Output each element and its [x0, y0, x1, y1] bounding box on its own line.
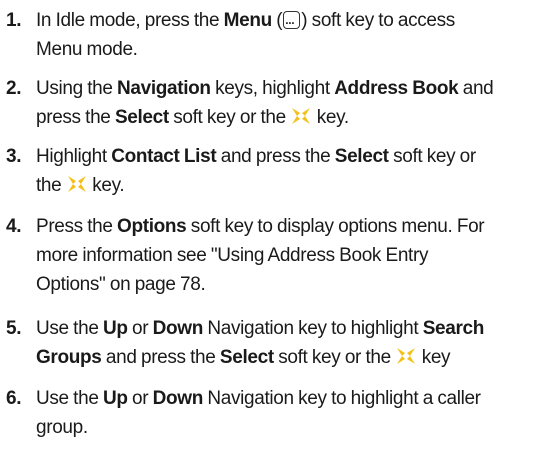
step-number: 3.	[6, 146, 22, 167]
text-run: or	[127, 388, 153, 409]
text-run: and press the	[216, 146, 335, 167]
step-text-line: Menu mode.	[36, 35, 535, 64]
step-text: Highlight Contact List and press the Sel…	[36, 142, 535, 200]
step-text-line: Highlight Contact List and press the Sel…	[36, 142, 535, 171]
text-run: soft key or the	[273, 347, 396, 368]
text-run: Navigation key to highlight a caller	[202, 388, 481, 409]
text-run: key.	[312, 107, 349, 128]
text-run: press the	[36, 107, 115, 128]
text-run: Use the	[36, 318, 103, 339]
bold-term: Down	[152, 318, 204, 339]
step-item: 2. Using the Navigation keys, highlight A…	[0, 74, 535, 132]
step-item: 5. Use the Up or Down Navigation key to h…	[0, 314, 535, 372]
step-item: 4. Press the Options soft key to display …	[0, 212, 535, 299]
step-text-line: Groups and press the Select soft key or …	[36, 343, 535, 372]
navigation-key-icon	[292, 108, 311, 124]
step-number: 2.	[6, 78, 22, 99]
step-text-line: Options" on page 78.	[36, 270, 535, 299]
bold-term: Select	[219, 347, 274, 368]
step-text-line: press the Select soft key or the key.	[36, 103, 535, 132]
text-run: and press the	[101, 347, 220, 368]
text-run: ) soft key to access	[301, 10, 455, 31]
step-item: 6. Use the Up or Down Navigation key to h…	[0, 384, 535, 442]
step-text: In Idle mode, press the Menu ( ) soft key…	[36, 6, 535, 64]
navigation-key-icon	[397, 348, 416, 364]
bold-term: Navigation	[117, 78, 211, 99]
text-run: key.	[87, 175, 125, 196]
bold-term: Down	[152, 388, 204, 409]
text-run: soft key or the	[168, 107, 291, 128]
text-run: (	[271, 10, 283, 31]
step-text: Use the Up or Down Navigation key to hig…	[36, 314, 535, 372]
text-run: group.	[36, 417, 88, 438]
step-text: Use the Up or Down Navigation key to hig…	[36, 384, 535, 442]
step-number: 5.	[6, 318, 22, 339]
step-number: 1.	[6, 10, 22, 31]
text-run: Using the	[36, 78, 118, 99]
step-text-line: Press the Options soft key to display op…	[36, 212, 535, 241]
bold-term: Up	[102, 318, 128, 339]
text-run: keys, highlight	[210, 78, 335, 99]
step-text: Press the Options soft key to display op…	[36, 212, 535, 299]
bold-term: Search	[422, 318, 485, 339]
step-number: 6.	[6, 388, 22, 409]
bold-term: Groups	[36, 347, 102, 368]
step-text-line: the key.	[36, 171, 535, 200]
text-run: Press the	[36, 216, 118, 237]
step-item: 3. Highlight Contact List and press the S…	[0, 142, 535, 200]
text-run: or	[127, 318, 153, 339]
step-text-line: Use the Up or Down Navigation key to hig…	[36, 314, 535, 343]
text-run: Options" on page 78.	[36, 274, 206, 295]
navigation-key-icon	[67, 176, 86, 192]
text-run: Use the	[36, 388, 103, 409]
step-text-line: Use the Up or Down Navigation key to hig…	[36, 384, 535, 413]
text-run: and	[458, 78, 494, 99]
text-run: Navigation key to highlight	[202, 318, 423, 339]
bold-term: Select	[114, 107, 169, 128]
bold-term: Options	[117, 216, 187, 237]
text-run: key	[417, 347, 451, 368]
text-run: more information see "Using Address Book…	[36, 245, 429, 266]
step-item: 1. In Idle mode, press the Menu ( ) soft k…	[0, 6, 535, 64]
text-run: In Idle mode, press the	[36, 10, 224, 31]
bold-term: Address Book	[334, 78, 459, 99]
step-text: Using the Navigation keys, highlight Add…	[36, 74, 535, 132]
text-run: the	[36, 175, 66, 196]
menu-key-icon	[283, 9, 301, 38]
bold-term: Contact List	[111, 146, 217, 167]
text-run: soft key or	[388, 146, 476, 167]
bold-term: Select	[334, 146, 389, 167]
step-text-line: more information see "Using Address Book…	[36, 241, 535, 270]
text-run: Menu mode.	[36, 39, 138, 60]
step-text-line: group.	[36, 413, 535, 442]
step-text-line: In Idle mode, press the Menu ( ) soft key…	[36, 6, 535, 38]
step-number: 4.	[6, 216, 22, 237]
step-text-line: Using the Navigation keys, highlight Add…	[36, 74, 535, 103]
bold-term: Up	[102, 388, 128, 409]
bold-term: Menu	[223, 10, 273, 31]
text-run: soft key to display options menu. For	[186, 216, 485, 237]
text-run: Highlight	[36, 146, 112, 167]
